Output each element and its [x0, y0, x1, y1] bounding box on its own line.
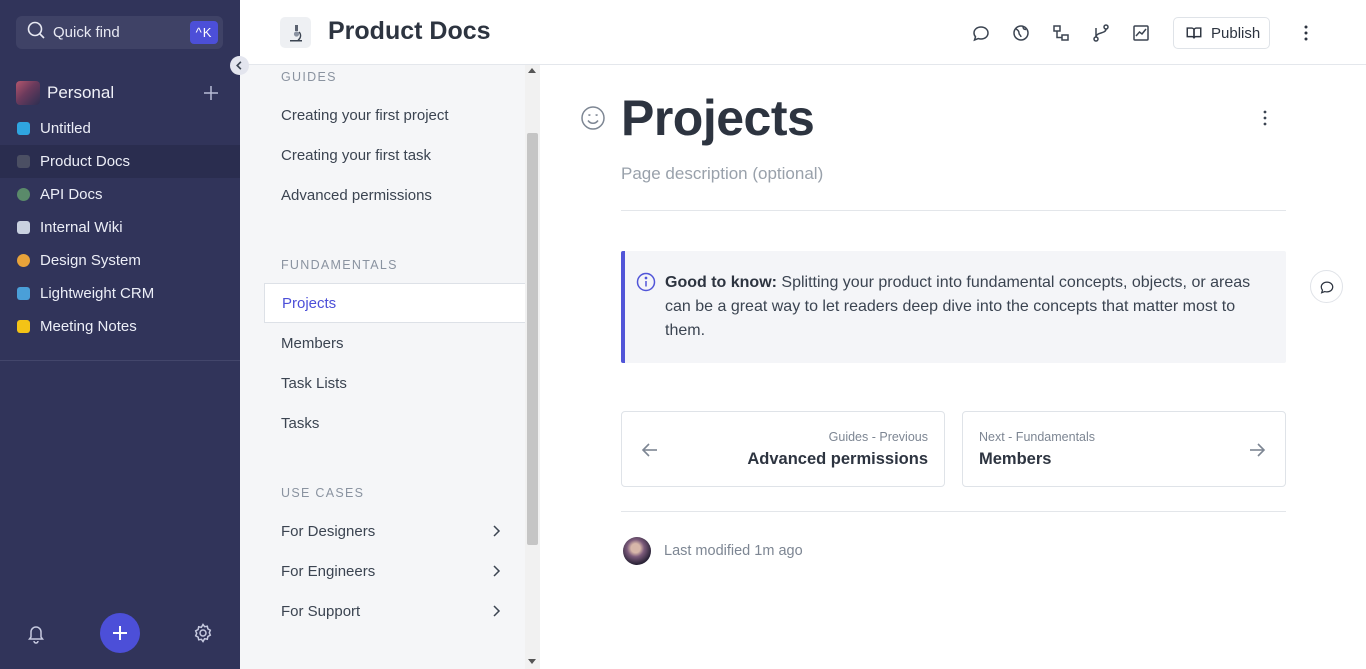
space-label: Design System	[40, 252, 141, 269]
tree-item-label: For Designers	[281, 522, 376, 540]
space-label: Internal Wiki	[40, 219, 123, 236]
smiley-icon[interactable]	[580, 105, 606, 131]
space-item-product-docs[interactable]: Product Docs	[0, 145, 240, 178]
search-icon	[26, 20, 46, 45]
divider	[621, 511, 1286, 512]
comment-icon	[1320, 280, 1333, 294]
tree-item-label: For Engineers	[281, 562, 376, 580]
scroll-down-arrow-icon[interactable]	[528, 659, 536, 664]
top-header: Product Docs Publish	[240, 0, 1366, 65]
space-icon	[17, 122, 30, 135]
tree-item[interactable]: Creating your first task	[264, 135, 526, 175]
chevron-right-icon	[493, 605, 501, 617]
page-content: Projects Page description (optional) Goo…	[541, 65, 1366, 669]
workspace-name: Personal	[47, 83, 115, 102]
tree-item-expandable[interactable]: For Engineers	[264, 551, 526, 591]
comment-icon[interactable]	[970, 22, 992, 44]
space-label: Untitled	[40, 120, 91, 137]
hint-text: Good to know: Splitting your product int…	[665, 271, 1265, 343]
space-title: Product Docs	[328, 17, 491, 45]
next-page-title: Members	[979, 450, 1052, 468]
git-branch-icon[interactable]	[1090, 22, 1112, 44]
info-icon	[635, 271, 657, 293]
more-vertical-icon[interactable]	[1295, 22, 1317, 44]
tree-item[interactable]: Members	[264, 323, 526, 363]
next-page-sub: Next - Fundamentals	[979, 430, 1096, 444]
more-vertical-icon[interactable]	[1254, 107, 1276, 129]
microscope-icon	[289, 24, 302, 41]
space-item-lightweight-crm[interactable]: Lightweight CRM	[0, 277, 240, 310]
space-label: Product Docs	[40, 153, 131, 170]
tree-item[interactable]: Creating your first project	[264, 95, 526, 135]
publish-label: Publish	[1211, 24, 1261, 42]
divider	[0, 360, 240, 361]
avatar[interactable]	[623, 537, 651, 565]
book-open-icon	[1186, 27, 1202, 39]
arrow-right-icon	[1250, 443, 1266, 457]
chevron-left-icon	[236, 61, 242, 70]
scroll-up-arrow-icon[interactable]	[528, 68, 536, 73]
quick-find-button[interactable]: Quick find ^K	[16, 16, 223, 49]
previous-page-title: Advanced permissions	[747, 450, 928, 468]
tree-section-heading: USE CASES	[281, 486, 365, 500]
quick-find-shortcut: ^K	[190, 21, 218, 44]
gear-icon	[17, 188, 30, 201]
create-button[interactable]	[100, 613, 140, 653]
space-label: Meeting Notes	[40, 318, 137, 335]
tree-item-active[interactable]: Projects	[264, 283, 526, 323]
globe-icon[interactable]	[1010, 22, 1032, 44]
page-tree: GUIDES Creating your first project Creat…	[240, 65, 540, 669]
chart-icon	[17, 287, 30, 300]
chevron-right-icon	[493, 525, 501, 537]
next-page-card[interactable]: Next - Fundamentals Members	[962, 411, 1286, 487]
workspace-avatar	[16, 81, 40, 105]
app-sidebar: Quick find ^K Personal Untitled Product …	[0, 0, 240, 669]
tree-section-heading: GUIDES	[281, 70, 337, 84]
quick-find-label: Quick find	[53, 24, 120, 41]
bell-icon[interactable]	[25, 622, 47, 644]
space-item-untitled[interactable]: Untitled	[0, 112, 240, 145]
publish-button[interactable]: Publish	[1173, 17, 1270, 49]
tree-item-label: For Support	[281, 602, 361, 620]
microscope-icon	[17, 155, 30, 168]
divider	[621, 210, 1286, 211]
space-label: API Docs	[40, 186, 103, 203]
collapse-sidebar-button[interactable]	[230, 56, 249, 75]
hint-block: Good to know: Splitting your product int…	[621, 251, 1286, 363]
space-logo[interactable]	[280, 17, 311, 48]
note-icon	[17, 320, 30, 333]
tree-scrollbar[interactable]	[525, 65, 540, 669]
workspace-switcher[interactable]: Personal	[16, 80, 224, 106]
palette-icon	[17, 254, 30, 267]
previous-page-sub: Guides - Previous	[828, 430, 928, 444]
space-item-meeting-notes[interactable]: Meeting Notes	[0, 310, 240, 343]
add-comment-button[interactable]	[1310, 270, 1343, 303]
previous-page-card[interactable]: Guides - Previous Advanced permissions	[621, 411, 945, 487]
space-item-api-docs[interactable]: API Docs	[0, 178, 240, 211]
tree-section-heading: FUNDAMENTALS	[281, 258, 398, 272]
space-list: Untitled Product Docs API Docs Internal …	[0, 112, 240, 343]
book-icon	[17, 221, 30, 234]
chevron-right-icon	[493, 565, 501, 577]
space-label: Lightweight CRM	[40, 285, 155, 302]
hint-bold: Good to know:	[665, 274, 777, 291]
space-item-internal-wiki[interactable]: Internal Wiki	[0, 211, 240, 244]
tree-item[interactable]: Advanced permissions	[264, 175, 526, 215]
arrow-left-icon	[641, 443, 657, 457]
sitemap-icon[interactable]	[1050, 22, 1072, 44]
page-description-field[interactable]: Page description (optional)	[621, 164, 823, 184]
add-space-icon[interactable]	[200, 82, 222, 104]
tree-item[interactable]: Task Lists	[264, 363, 526, 403]
page-title[interactable]: Projects	[621, 89, 815, 147]
tree-item-expandable[interactable]: For Designers	[264, 511, 526, 551]
last-modified-text: Last modified 1m ago	[664, 543, 803, 559]
insights-icon[interactable]	[1130, 22, 1152, 44]
tree-item-expandable[interactable]: For Support	[264, 591, 526, 631]
gear-icon[interactable]	[192, 622, 214, 644]
tree-item[interactable]: Tasks	[264, 403, 526, 443]
scroll-thumb[interactable]	[527, 133, 538, 545]
space-item-design-system[interactable]: Design System	[0, 244, 240, 277]
